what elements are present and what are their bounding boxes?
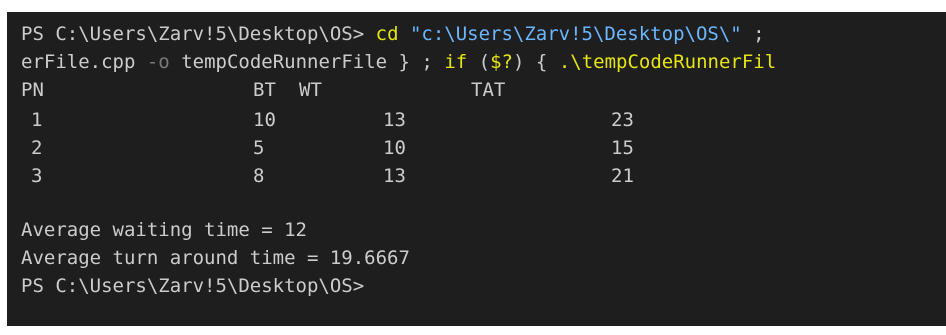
output-flag: -o: [146, 51, 170, 73]
command-line-2: erFile.cpp -o tempCodeRunnerFile } ; if …: [21, 48, 776, 76]
output-file: tempCodeRunnerFile } ;: [181, 51, 433, 73]
executable: .\tempCodeRunnerFil: [558, 51, 777, 73]
row-pn: 1: [31, 109, 43, 131]
average-turnaround-line: Average turn around time = 19.6667: [21, 247, 410, 269]
if-keyword: if: [444, 51, 468, 73]
source-file: erFile.cpp: [21, 51, 136, 73]
open-brace: {: [535, 51, 548, 73]
window-frame: PS C:\Users\Zarv!5\Desktop\OS> cd "c:\Us…: [0, 0, 946, 335]
path-string: "c:\Users\Zarv!5\Desktop\OS\": [409, 23, 742, 45]
row-wt: 13: [383, 165, 406, 187]
row-wt: 10: [383, 137, 406, 159]
header-wt: WT: [299, 79, 322, 101]
row-tat: 15: [611, 137, 634, 159]
row-tat: 23: [611, 109, 634, 131]
row-bt: 8: [253, 165, 265, 187]
header-pn: PN: [21, 79, 44, 101]
command-line-1: PS C:\Users\Zarv!5\Desktop\OS> cd "c:\Us…: [21, 20, 765, 48]
row-bt: 5: [253, 137, 265, 159]
row-wt: 13: [383, 109, 406, 131]
header-bt: BT: [253, 79, 276, 101]
status-var: $?: [490, 51, 513, 73]
final-prompt[interactable]: PS C:\Users\Zarv!5\Desktop\OS>: [21, 272, 364, 300]
row-bt: 10: [253, 109, 276, 131]
row-pn: 2: [31, 137, 43, 159]
prompt: PS C:\Users\Zarv!5\Desktop\OS>: [21, 23, 365, 45]
command-cd: cd: [375, 23, 399, 45]
row-tat: 21: [611, 165, 634, 187]
terminal-panel[interactable]: PS C:\Users\Zarv!5\Desktop\OS> cd "c:\Us…: [7, 12, 946, 326]
condition: ($?): [478, 51, 525, 73]
separator: ;: [753, 23, 765, 45]
header-tat: TAT: [471, 79, 506, 101]
row-pn: 3: [31, 165, 43, 187]
average-waiting-line: Average waiting time = 12: [21, 219, 307, 241]
